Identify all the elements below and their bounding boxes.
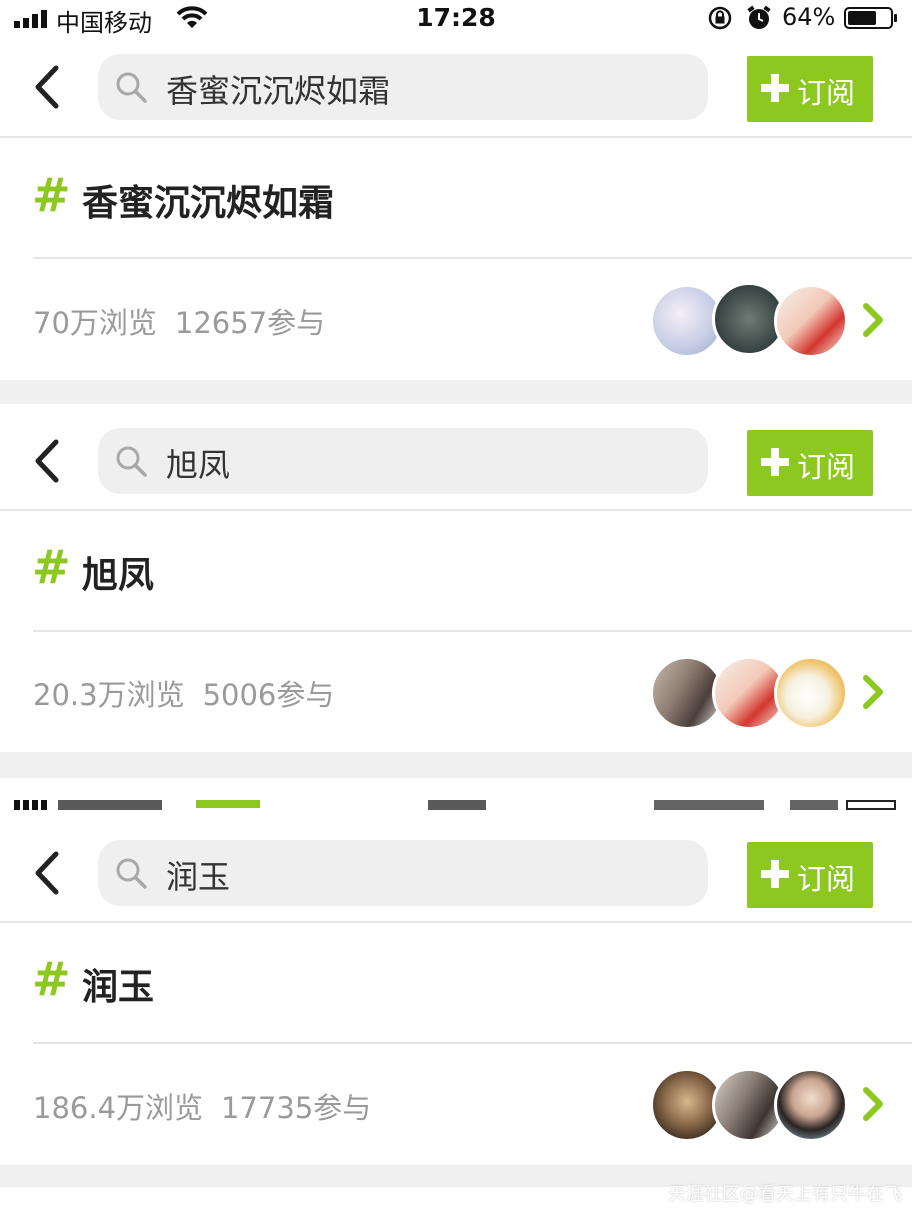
search-input[interactable]: 润玉 [98,840,708,906]
divider [33,257,912,259]
subscribe-button[interactable]: 订阅 [747,56,873,122]
chevron-right-icon[interactable] [860,674,888,710]
chevron-right-icon[interactable] [860,1086,888,1122]
participant-avatars[interactable] [650,1068,910,1148]
topic-stats: 20.3万浏览 5006参与 [33,672,352,714]
search-input[interactable]: 香蜜沉沉烬如霜 [98,54,708,120]
topic-stats: 186.4万浏览 17735参与 [33,1085,389,1127]
topic-title: 旭凤 [82,555,155,596]
participant-avatars[interactable] [650,282,910,364]
back-arrow-icon[interactable] [28,848,68,898]
view-count: 20.3万浏览 [33,678,185,712]
back-arrow-icon[interactable] [28,62,68,112]
subscribe-button[interactable]: 订阅 [747,842,873,908]
divider [33,1042,912,1044]
status-bar: 中国移动 17:28 64% [0,0,912,40]
topic-title: 香蜜沉沉烬如霜 [82,183,335,224]
cropped-status-bar [0,796,912,816]
subscribe-label: 订阅 [797,862,856,896]
avatar [774,656,848,730]
view-count: 186.4万浏览 [33,1091,204,1125]
avatar [774,284,848,358]
search-header: 润玉 订阅 [0,826,912,922]
battery-icon [844,7,897,29]
subscribe-label: 订阅 [797,450,856,484]
plus-icon [761,74,789,102]
status-time: 17:28 [416,3,496,32]
search-query-text: 旭凤 [166,446,231,484]
plus-icon [761,860,789,888]
participant-count: 17735参与 [221,1091,372,1125]
alarm-icon [747,5,771,29]
chevron-right-icon[interactable] [860,302,888,338]
participant-count: 12657参与 [174,306,326,340]
section-separator [0,380,912,404]
avatar [774,1068,848,1142]
search-query-text: 香蜜沉沉烬如霜 [166,72,391,110]
search-query-text: 润玉 [166,858,231,896]
search-header: 旭凤 订阅 [0,414,912,510]
subscribe-button[interactable]: 订阅 [747,430,873,496]
plus-icon [761,448,789,476]
participant-count: 5006参与 [202,678,335,712]
rotation-lock-icon [708,6,732,30]
view-count: 70万浏览 [33,306,157,340]
subscribe-label: 订阅 [797,76,856,110]
search-header: 香蜜沉沉烬如霜 订阅 [0,40,912,136]
back-arrow-icon[interactable] [28,436,68,486]
watermark: 天涯社区@看天上有只牛在飞 [668,1184,902,1205]
hashtag-icon: # [32,952,71,1006]
section-separator [0,752,912,778]
battery-percent: 64% [782,3,836,31]
search-icon [116,446,147,477]
hashtag-icon: # [32,168,71,222]
participant-avatars[interactable] [650,656,910,736]
divider [0,136,912,138]
divider [33,630,912,632]
search-icon [116,858,147,889]
divider [0,921,912,923]
search-input[interactable]: 旭凤 [98,428,708,494]
topic-stats: 70万浏览 12657参与 [33,300,343,342]
topic-title: 润玉 [82,967,155,1008]
hashtag-icon: # [32,540,71,594]
divider [0,509,912,511]
search-icon [116,72,147,103]
